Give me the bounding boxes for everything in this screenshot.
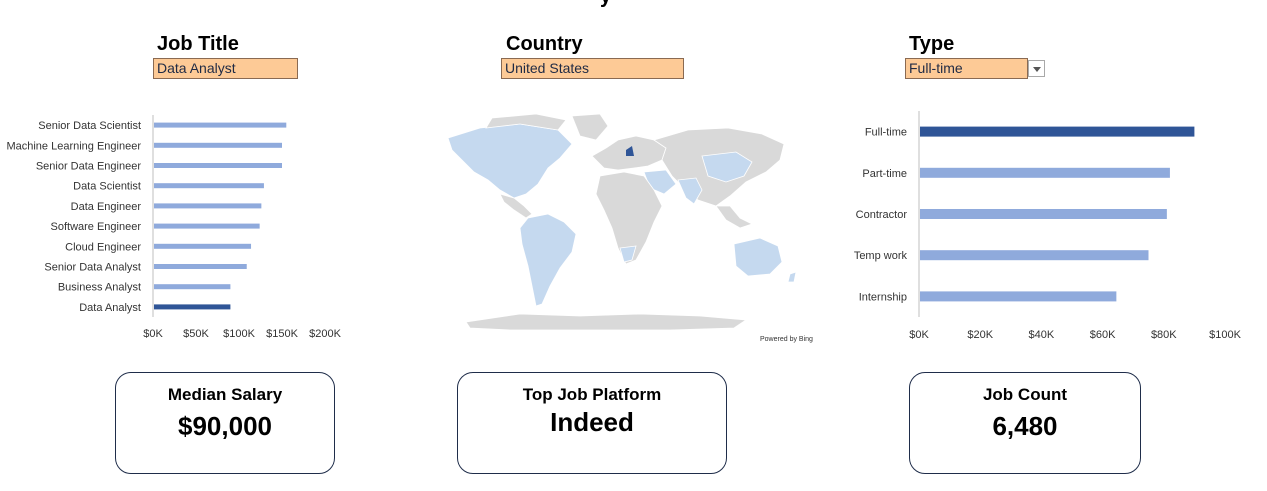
chart-0-bar — [154, 304, 231, 310]
map-greenland — [571, 113, 609, 141]
chart-0-category-label: Machine Learning Engineer — [6, 140, 141, 152]
chart-0-bar — [154, 264, 247, 269]
chart-0-bar — [154, 163, 282, 168]
median-salary-card: Median Salary $90,000 — [115, 372, 335, 474]
map-south-america — [519, 213, 577, 307]
chart-1-bar — [920, 209, 1167, 219]
type-filter[interactable]: Full-time — [905, 58, 1028, 79]
chart-1-category-label: Part-time — [862, 168, 907, 180]
chart-1-tick-label: $0K — [909, 329, 929, 341]
chart-1-category-label: Internship — [859, 291, 907, 303]
salary-by-job-title-chart: Senior Data Scientist Machine Learning En… — [6, 115, 342, 340]
job-count-title: Job Count — [982, 385, 1068, 404]
chart-0-bar — [154, 122, 287, 128]
chart-0-category-label: Data Analyst — [79, 302, 141, 314]
chart-1-bar — [920, 291, 1117, 302]
chart-0-bar — [154, 142, 282, 148]
chart-1-category-label: Temp work — [854, 250, 908, 262]
world-map — [447, 113, 797, 331]
chart-1-tick-label: $20K — [967, 329, 993, 341]
chart-1-tick-label: $60K — [1090, 329, 1116, 341]
chart-0-category-label: Senior Data Scientist — [38, 120, 141, 132]
chart-1-tick-label: $100K — [1209, 329, 1241, 341]
salary-by-type-chart: Full-time Part-time Contractor Temp work Int… — [854, 111, 1242, 341]
chart-0-bar — [154, 243, 252, 249]
chart-1-bar — [920, 250, 1149, 261]
chart-0-category-label: Cloud Engineer — [65, 241, 141, 253]
chart-0-tick-label: $100K — [223, 328, 255, 340]
chart-1-tick-label: $40K — [1029, 329, 1055, 341]
chart-0-category-label: Business Analyst — [58, 282, 141, 294]
map-north-america — [447, 123, 573, 199]
median-salary-value: $90,000 — [178, 411, 272, 441]
median-salary-title: Median Salary — [167, 385, 283, 404]
top-platform-value: Indeed — [550, 407, 634, 437]
top-platform-title: Top Job Platform — [522, 385, 662, 404]
country-label: Country — [506, 33, 583, 55]
job-count-card: Job Count 6,480 — [909, 372, 1141, 474]
map-australia — [733, 237, 783, 277]
chart-0-category-label: Data Scientist — [73, 181, 141, 193]
map-southeast-asia — [715, 205, 754, 229]
chart-0-bar — [154, 183, 264, 189]
chart-0-bar — [154, 223, 260, 229]
chart-1-bar — [920, 167, 1170, 178]
chart-0-category-label: Senior Data Analyst — [44, 262, 141, 274]
type-label: Type — [909, 33, 955, 55]
chart-0-tick-label: $200K — [309, 328, 341, 340]
type-dropdown-button[interactable] — [1028, 60, 1045, 77]
job-title-filter[interactable]: Data Analyst — [153, 58, 298, 79]
job-title-label: Job Title — [157, 33, 239, 55]
chart-0-category-label: Data Engineer — [71, 201, 142, 213]
chart-0-tick-label: $0K — [143, 328, 163, 340]
top-platform-card: Top Job Platform Indeed — [457, 372, 727, 474]
job-count-value: 6,480 — [992, 411, 1058, 441]
chart-0-tick-label: $50K — [183, 328, 209, 340]
country-filter[interactable]: United States — [501, 58, 684, 79]
chart-1-tick-label: $80K — [1151, 329, 1177, 341]
chart-0-tick-label: $150K — [266, 328, 298, 340]
chart-1-bar — [920, 126, 1195, 137]
map-new-zealand — [787, 271, 797, 283]
map-credit: Powered by Bing — [760, 336, 813, 343]
chart-0-bar — [154, 284, 231, 290]
chart-1-category-label: Full-time — [865, 127, 907, 139]
chart-0-category-label: Software Engineer — [51, 221, 142, 233]
chart-0-bar — [154, 203, 262, 209]
chart-1-category-label: Contractor — [856, 209, 908, 221]
chart-0-category-label: Senior Data Engineer — [36, 161, 142, 173]
dashboard-title-partial: y — [600, 0, 611, 9]
map-antarctica — [465, 313, 748, 331]
